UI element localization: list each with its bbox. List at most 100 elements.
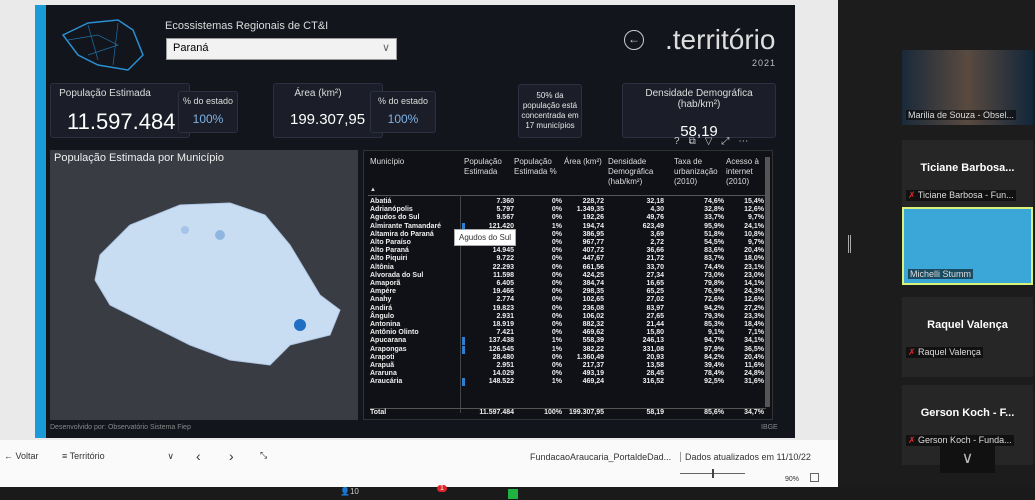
- curitiba-region[interactable]: [294, 319, 306, 331]
- parana-choropleth-map[interactable]: [90, 195, 350, 370]
- table-row[interactable]: Andirá 19.823 0% 236,08 83,97 94,2% 27,2%: [370, 305, 766, 313]
- table-cell: 73,0%: [704, 271, 724, 279]
- page-selector[interactable]: ≡ Território ∨: [62, 451, 174, 461]
- table-cell: 27,34: [646, 271, 664, 279]
- table-cell: 83,7%: [704, 255, 724, 263]
- table-cell: 0%: [551, 263, 562, 271]
- participants-button[interactable]: 👤10: [340, 487, 359, 496]
- table-row[interactable]: Amaporã 6.405 0% 384,74 16,65 79,8% 14,1%: [370, 280, 766, 288]
- table-cell: 246,13: [642, 337, 664, 345]
- table-row[interactable]: Altamira do Paraná1.4300%386,953,6951,8%…: [370, 231, 766, 239]
- chat-badge[interactable]: 1: [437, 485, 447, 492]
- table-cell: 85,3%: [704, 321, 724, 328]
- column-header[interactable]: Município: [370, 157, 450, 167]
- table-row[interactable]: Ângulo 2.931 0% 106,02 27,65 79,3% 23,3%: [370, 313, 766, 321]
- pct-label: % do estado: [377, 96, 429, 106]
- table-cell: Almirante Tamandaré: [370, 222, 442, 230]
- column-header[interactable]: População Estimada: [464, 157, 514, 177]
- table-row[interactable]: Alvorada do Sul 11.598 0% 424,25 27,34 73,0% 2…: [370, 272, 766, 280]
- table-row[interactable]: Arapuã 2.951 0% 217,37 13,58 39,4% 11,6%: [370, 362, 766, 370]
- filter-icon[interactable]: ▽: [705, 136, 713, 147]
- table-cell: Amaporã: [370, 280, 401, 287]
- scroll-down-button[interactable]: ∨: [940, 445, 995, 473]
- column-header[interactable]: Densidade Demográfica (hab/km²): [608, 157, 670, 187]
- table-cell: 39,4%: [704, 362, 724, 369]
- table-cell: 76,9%: [704, 288, 724, 296]
- table-cell: 9,1%: [708, 329, 724, 337]
- table-cell: 27,2%: [744, 304, 764, 312]
- table-row[interactable]: Anahy 2.774 0% 102,65 27,02 72,6% 12,6%: [370, 296, 766, 304]
- column-header[interactable]: População Estimada %: [514, 157, 564, 177]
- table-row[interactable]: Araruna 14.029 0% 493,19 28,45 78,4% 24,8%: [370, 370, 766, 378]
- table-row[interactable]: Adrianópolis 5.797 0% 1.349,35 4,30 32,8% 12,6…: [370, 206, 766, 214]
- population-databar: [462, 378, 465, 387]
- table-cell: 27,02: [646, 296, 664, 304]
- table-cell: 85,6%: [704, 409, 724, 416]
- table-row[interactable]: Araucária 148.522 1% 469,24 316,52 92,5% 31,6%: [370, 378, 766, 387]
- table-row[interactable]: Antonina 18.919 0% 882,32 21,44 85,3% 18,4%: [370, 321, 766, 329]
- pct-value: 100%: [192, 112, 224, 126]
- table-cell: 148.522: [488, 378, 514, 386]
- table-row[interactable]: Agudos do Sul 9.567 0% 192,26 49,76 33,7% 9,7%: [370, 214, 766, 222]
- table-row[interactable]: Arapoti 28.480 0% 1.360,49 20,93 84,2% 20,4%: [370, 354, 766, 362]
- chevron-down-icon: ∨: [381, 42, 390, 54]
- table-cell: 32,18: [646, 198, 664, 205]
- participant-tile[interactable]: Marilia de Souza - Obsel...: [902, 50, 1033, 125]
- kpi-value: 11.597.484: [67, 109, 176, 134]
- collapse-icon[interactable]: ⤡: [260, 450, 267, 461]
- table-cell: 493,19: [582, 370, 604, 378]
- participant-tile[interactable]: Michelli Stumm: [902, 207, 1033, 285]
- table-cell: 21,72: [646, 255, 664, 263]
- table-cell: 20,93: [646, 353, 664, 361]
- row-tooltip: Agudos do Sul: [454, 229, 517, 246]
- prev-page-icon[interactable]: ‹: [196, 448, 201, 464]
- table-row[interactable]: Ampére 19.466 0% 298,35 65,25 76,9% 24,3%: [370, 288, 766, 296]
- help-icon[interactable]: ?: [674, 136, 680, 147]
- table-cell: 0%: [551, 370, 562, 378]
- table-row[interactable]: Abatiá 7.360 0% 228,72 32,18 74,6% 15,4%: [370, 198, 766, 206]
- table-cell: 1.360,49: [576, 353, 604, 361]
- participant-tile[interactable]: Raquel Valença ✗ Raquel Valença: [902, 297, 1033, 377]
- table-row[interactable]: Alto Piquiri 9.722 0% 447,67 21,72 83,7% 18,0%: [370, 255, 766, 263]
- back-arrow-icon[interactable]: ←: [624, 30, 644, 50]
- more-options-icon[interactable]: ⋯: [738, 136, 748, 147]
- table-cell: 2.931: [496, 312, 514, 320]
- table-cell: 9,7%: [748, 239, 764, 246]
- table-row[interactable]: Arapongas 126.545 1% 382,22 331,08 97,9% 36,5%: [370, 345, 766, 354]
- next-page-icon[interactable]: ›: [229, 448, 234, 464]
- table-cell: 0%: [551, 247, 562, 255]
- table-row[interactable]: Alto Paraná 14.945 0% 407,72 36,66 83,6% 20,4%: [370, 247, 766, 255]
- table-cell: 20,4%: [744, 353, 764, 361]
- table-row[interactable]: Altônia 22.293 0% 661,56 33,70 74,4% 23,1%: [370, 264, 766, 272]
- table-cell: Alto Paraíso: [370, 239, 411, 246]
- sort-ascending-icon[interactable]: ▲: [370, 185, 376, 195]
- focus-mode-icon[interactable]: ⤢: [721, 136, 729, 147]
- share-screen-icon[interactable]: [508, 489, 518, 499]
- table-cell: 967,77: [582, 239, 604, 246]
- table-row[interactable]: Alto Paraíso2.6300%967,772,7254,5%9,7%: [370, 239, 766, 247]
- kpi-population: População Estimada 11.597.484: [50, 83, 190, 138]
- table-cell: 0%: [551, 255, 562, 263]
- table-cell: 34,7%: [744, 409, 764, 416]
- table-cell: 0%: [551, 362, 562, 369]
- table-row[interactable]: Almirante Tamandaré 121.420 1% 194,74 623,49…: [370, 222, 766, 231]
- column-header[interactable]: Área (km²): [564, 157, 614, 167]
- column-header[interactable]: Taxa de urbanização (2010): [674, 157, 724, 187]
- page-label: Território: [69, 451, 105, 461]
- table-scrollbar[interactable]: [765, 157, 770, 407]
- table-total-row[interactable]: Total 11.597.484 100% 199.307,95 58,19 85,6% 3…: [370, 408, 766, 416]
- region-dropdown[interactable]: Paraná ∨: [166, 38, 397, 60]
- back-button[interactable]: ← Voltar: [4, 451, 39, 461]
- fit-page-icon[interactable]: [810, 473, 819, 482]
- table-row[interactable]: Apucarana 137.438 1% 558,39 246,13 94,7% 34,1%: [370, 337, 766, 346]
- population-map-visual[interactable]: População Estimada por Município: [50, 150, 358, 420]
- table-row[interactable]: Antônio Olinto 7.421 0% 469,62 15,80 9,1% 7,1%: [370, 329, 766, 337]
- file-name: FundacaoAraucaria_PortaldeDad...: [530, 452, 672, 462]
- zoom-slider[interactable]: [680, 469, 745, 478]
- copy-icon[interactable]: ⧉: [689, 136, 696, 147]
- participant-name: Ticiane Barbosa - Fun...: [917, 190, 1014, 200]
- table-cell: 23,3%: [744, 312, 764, 320]
- panel-resize-handle[interactable]: [848, 235, 851, 253]
- participant-name-large: Raquel Valença: [927, 319, 1008, 331]
- participant-label: Michelli Stumm: [908, 269, 974, 279]
